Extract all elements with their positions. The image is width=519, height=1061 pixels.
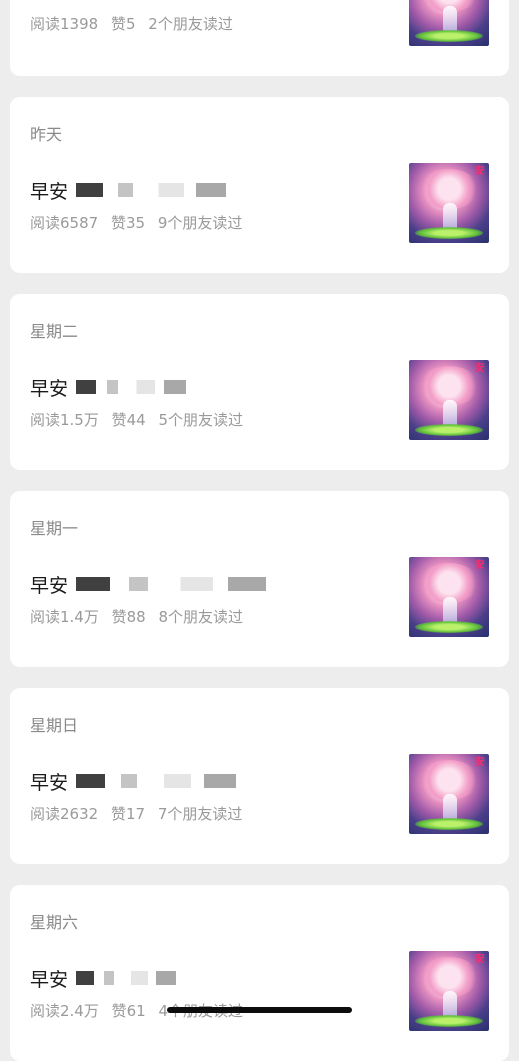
like-count: 赞5: [110, 15, 136, 33]
article-date: 昨天: [30, 125, 63, 144]
base-graphic: [415, 621, 483, 633]
article-thumbnail: 安: [409, 951, 489, 1031]
article-stats: 阅读6587 赞35 9个朋友读过: [30, 212, 250, 233]
read-count: 阅读1398: [30, 15, 99, 33]
like-count: 赞44: [111, 411, 146, 429]
thumbnail-badge: 安: [474, 954, 485, 965]
read-count: 阅读2.4万: [30, 1002, 99, 1020]
article-date: 星期二: [30, 322, 79, 341]
like-count: 赞17: [110, 805, 146, 823]
article-thumbnail: [409, 0, 489, 46]
thumbnail-badge: 安: [474, 166, 485, 177]
like-count: 赞35: [110, 214, 146, 232]
like-count: 赞61: [111, 1002, 146, 1020]
article-date: 星期日: [30, 716, 79, 735]
read-count: 阅读6587: [30, 214, 99, 232]
article-thumbnail: 安: [409, 557, 489, 637]
redacted-text: [76, 183, 227, 197]
article-title-row[interactable]: 早安: [30, 768, 237, 794]
article-title: 早安: [30, 771, 69, 794]
article-thumbnail: 安: [409, 360, 489, 440]
home-indicator[interactable]: [167, 1007, 352, 1013]
article-thumbnail: 安: [409, 163, 489, 243]
article-title: 早安: [30, 180, 69, 203]
thumbnail-badge: 安: [474, 560, 485, 571]
article-title: 早安: [30, 968, 69, 991]
base-graphic: [415, 818, 483, 830]
article-title-row[interactable]: 早安: [30, 571, 267, 597]
read-count: 阅读1.4万: [30, 608, 99, 626]
like-count: 赞88: [111, 608, 146, 626]
read-count: 阅读2632: [30, 805, 99, 823]
article-card[interactable]: 星期一 早安 阅读1.4万 赞88 8个朋友读过 安: [10, 491, 509, 667]
article-stats: 阅读1398 赞5 2个朋友读过: [30, 13, 241, 34]
article-date: 星期六: [30, 913, 79, 932]
article-title-row[interactable]: 早安: [30, 374, 187, 400]
base-graphic: [415, 227, 483, 239]
article-title-row[interactable]: 早安: [30, 965, 177, 991]
redacted-text: [76, 774, 237, 788]
friends-read: 7个朋友读过: [157, 805, 243, 823]
redacted-text: [76, 380, 187, 394]
article-card[interactable]: 星期六 早安 阅读2.4万 赞61 4个朋友读过 安: [10, 885, 509, 1061]
redacted-text: [76, 971, 177, 985]
friends-read: 5个朋友读过: [158, 411, 244, 429]
article-title: 早安: [30, 574, 69, 597]
base-graphic: [415, 30, 483, 42]
article-title: 早安: [30, 377, 69, 400]
friends-read: 2个朋友读过: [148, 15, 233, 33]
article-date: 星期一: [30, 519, 79, 538]
redacted-text: [76, 577, 267, 591]
friends-read: 9个朋友读过: [157, 214, 243, 232]
thumbnail-badge: 安: [474, 363, 485, 374]
article-card[interactable]: 昨天 早安 阅读6587 赞35 9个朋友读过 安: [10, 97, 509, 273]
article-card[interactable]: 阅读1398 赞5 2个朋友读过: [10, 0, 509, 76]
article-title-row[interactable]: 早安: [30, 177, 227, 203]
article-stats: 阅读2632 赞17 7个朋友读过: [30, 803, 250, 824]
thumbnail-badge: 安: [474, 757, 485, 768]
base-graphic: [415, 424, 483, 436]
read-count: 阅读1.5万: [30, 411, 99, 429]
article-card[interactable]: 星期日 早安 阅读2632 赞17 7个朋友读过 安: [10, 688, 509, 864]
base-graphic: [415, 1015, 483, 1027]
friends-read: 8个朋友读过: [158, 608, 244, 626]
article-thumbnail: 安: [409, 754, 489, 834]
article-stats: 阅读1.5万 赞44 5个朋友读过: [30, 409, 251, 430]
article-stats: 阅读1.4万 赞88 8个朋友读过: [30, 606, 251, 627]
article-feed: 阅读1398 赞5 2个朋友读过 昨天 早安 阅读6587 赞35 9个朋友读过…: [0, 0, 519, 1061]
article-card[interactable]: 星期二 早安 阅读1.5万 赞44 5个朋友读过 安: [10, 294, 509, 470]
